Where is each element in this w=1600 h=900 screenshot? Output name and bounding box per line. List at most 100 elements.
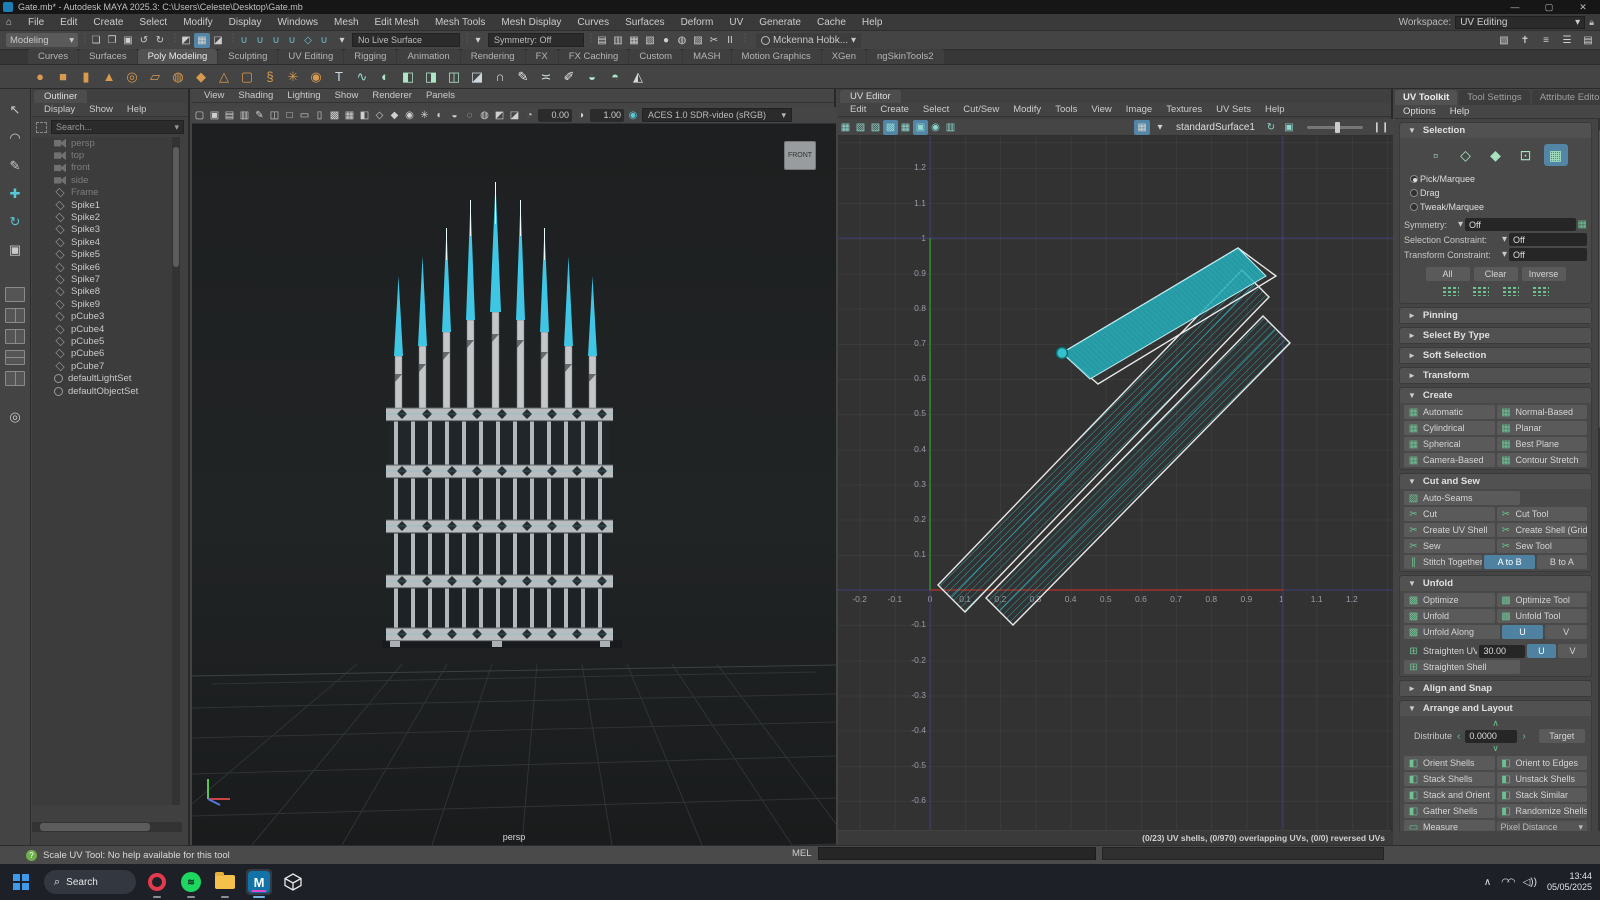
target-button[interactable]: Target [1538,729,1585,743]
menu-item[interactable]: Generate [751,17,809,28]
texture-checker-icon[interactable]: ▦ [1134,119,1151,135]
bevel-icon[interactable]: ◪ [467,67,487,87]
uv-editor-menu-item[interactable]: View [1085,104,1117,115]
create-projection-button[interactable]: ▦ Automatic [1404,405,1495,419]
face-mode-icon[interactable]: ◆ [1484,144,1508,166]
straighten-shell-button[interactable]: ⊞ Straighten Shell [1404,660,1520,674]
arrange-button[interactable]: ◧ Gather Shells [1404,804,1495,818]
edge-mode-icon[interactable]: ◇ [1454,144,1478,166]
outliner-item[interactable]: Spike3 [32,224,180,236]
workspace-dropdown[interactable]: UV Editing ▾ [1455,16,1586,29]
toolkit-menu-item[interactable]: Options [1403,106,1436,117]
workspace-lock-icon[interactable]: 🔒︎ [1589,17,1594,28]
uv-editor-menu-item[interactable]: Help [1259,104,1291,115]
channel-box-icon[interactable]: ▤ [1580,33,1596,48]
symmetry-dropdown-arrow[interactable]: ▾ [1458,219,1463,230]
shaded-uv-icon[interactable]: ◉ [928,120,943,135]
grow-selection-icon[interactable] [1472,287,1489,296]
field-chart-icon[interactable]: ▦ [342,108,357,123]
maximize-button[interactable]: ▢ [1532,0,1566,14]
motion-blur-icon[interactable]: ◌ [462,108,477,123]
outliner-item[interactable]: side [32,174,180,186]
create-projection-button[interactable]: ▦ Contour Stretch [1496,453,1587,467]
shelf-tab[interactable]: Sculpting [218,49,278,64]
uv-editor-menu-item[interactable]: UV Sets [1210,104,1257,115]
cut-and-sew-header[interactable]: ▼ Cut and Sew [1400,474,1591,489]
shelf-tab[interactable]: Surfaces [79,49,137,64]
bake-texture-icon[interactable]: ▣ [1281,120,1297,135]
collapsed-section-header[interactable]: ► Pinning [1400,308,1591,323]
straighten-v-button[interactable]: V [1557,644,1587,658]
outliner-item[interactable]: defaultLightSet [32,372,180,384]
uv-editor-menu-item[interactable]: Tools [1049,104,1083,115]
shelf-tab[interactable]: FX Caching [558,49,629,64]
poly-cylinder-icon[interactable]: ▮ [76,67,96,87]
uv-editor-tab[interactable]: UV Editor [840,90,901,103]
poly-pyramid-icon[interactable]: △ [214,67,234,87]
distribute-up-arrow[interactable]: ∧ [1400,719,1591,728]
front-camera-bookmark[interactable]: FRONT [784,141,816,170]
scale-tool-icon[interactable]: ▣ [4,239,26,261]
extract-icon[interactable]: ◫ [444,67,464,87]
shelf-tab[interactable]: ngSkinTools2 [867,49,944,64]
shelf-tab[interactable]: Poly Modeling [137,49,218,64]
dim-image-slider[interactable] [1307,121,1363,133]
create-projection-button[interactable]: ▦ Planar [1496,421,1587,435]
start-button[interactable] [8,869,34,895]
uv-editor-menu-item[interactable]: Cut/Sew [957,104,1005,115]
make-live-icon[interactable]: ∪ [316,33,332,48]
selection-header[interactable]: ▼ Selection [1400,123,1591,138]
select-hierarchy-icon[interactable]: ◩ [178,33,194,48]
menu-item[interactable]: Create [85,17,131,28]
shelf-tab[interactable]: Curves [28,49,79,64]
outliner-item[interactable]: pCube3 [32,310,180,322]
undo-icon[interactable]: ↺ [136,33,152,48]
3d-viewer-icon[interactable] [280,869,306,895]
menu-item[interactable]: Select [131,17,175,28]
move-tool-icon[interactable]: ✚ [4,183,26,205]
shell-border-icon[interactable]: ▨ [868,120,883,135]
arrange-button[interactable]: ◧ Stack Similar [1496,788,1587,802]
tray-chevron-icon[interactable]: ∧ [1484,877,1491,888]
sweep-mesh-icon[interactable]: ∿ [352,67,372,87]
measure-button[interactable]: ▭ Measure [1404,820,1495,831]
account-menu[interactable]: Mckenna Hobk... ▾ [756,32,862,48]
snap-point-icon[interactable]: ∪ [268,33,284,48]
symmetry-arrow[interactable]: ▾ [470,33,486,48]
render-view-icon[interactable]: ▤ [594,33,610,48]
menu-item[interactable]: Mesh Display [493,17,569,28]
zoom-tool-icon[interactable]: ◎ [4,406,26,428]
volume-icon[interactable]: ◁)) [1523,877,1537,888]
outliner-tab[interactable]: Outliner [34,90,88,103]
outliner-item[interactable]: Spike5 [32,249,180,261]
create-projection-button[interactable]: ▦ Cylindrical [1404,421,1495,435]
shelf-tab[interactable]: UV Editing [278,49,344,64]
lasso-tool-icon[interactable]: ◠ [4,127,26,149]
render-current-icon[interactable]: ▥ [610,33,626,48]
measure-mode-dropdown[interactable]: Pixel Distance ▾ [1496,820,1587,831]
select-object-icon[interactable]: ▦ [194,32,210,48]
marquee-radio[interactable]: Drag [1410,188,1581,198]
outliner-item[interactable]: Spike8 [32,286,180,298]
shelf-tab[interactable]: Rendering [460,49,525,64]
exposure-icon[interactable]: ◔ [522,108,537,123]
transform-section-header[interactable]: ► Transform [1400,368,1591,383]
collapsed-section-header[interactable]: ► Soft Selection [1400,348,1591,363]
uv-canvas[interactable]: 1.21.110.90.80.70.60.50.40.30.20.1-0.1-0… [838,136,1393,830]
poly-soccer-icon[interactable]: ◉ [306,67,326,87]
shelf-tab[interactable]: Animation [397,49,460,64]
shrink-selection-icon[interactable] [1442,287,1459,296]
uv-mode-icon[interactable]: ⊡ [1514,144,1538,166]
symmetry-field[interactable]: Symmetry: Off [488,33,584,47]
selection-constraint-arrow[interactable]: ▾ [1502,234,1507,245]
outliner-filter-icon[interactable] [36,121,47,133]
selection-constraint-value[interactable]: Off [1509,233,1587,246]
poly-plane-icon[interactable]: ▱ [145,67,165,87]
smooth-icon[interactable]: ◒ [582,67,602,87]
image-plane-icon[interactable]: ✎ [252,108,267,123]
live-surface-field[interactable]: No Live Surface [352,33,460,47]
humanik-icon[interactable]: ✝ [1517,33,1533,48]
outliner-hscrollbar[interactable] [32,822,182,832]
viewport-canvas[interactable]: FRONT persp [192,124,836,845]
connect-icon[interactable]: ≍ [536,67,556,87]
